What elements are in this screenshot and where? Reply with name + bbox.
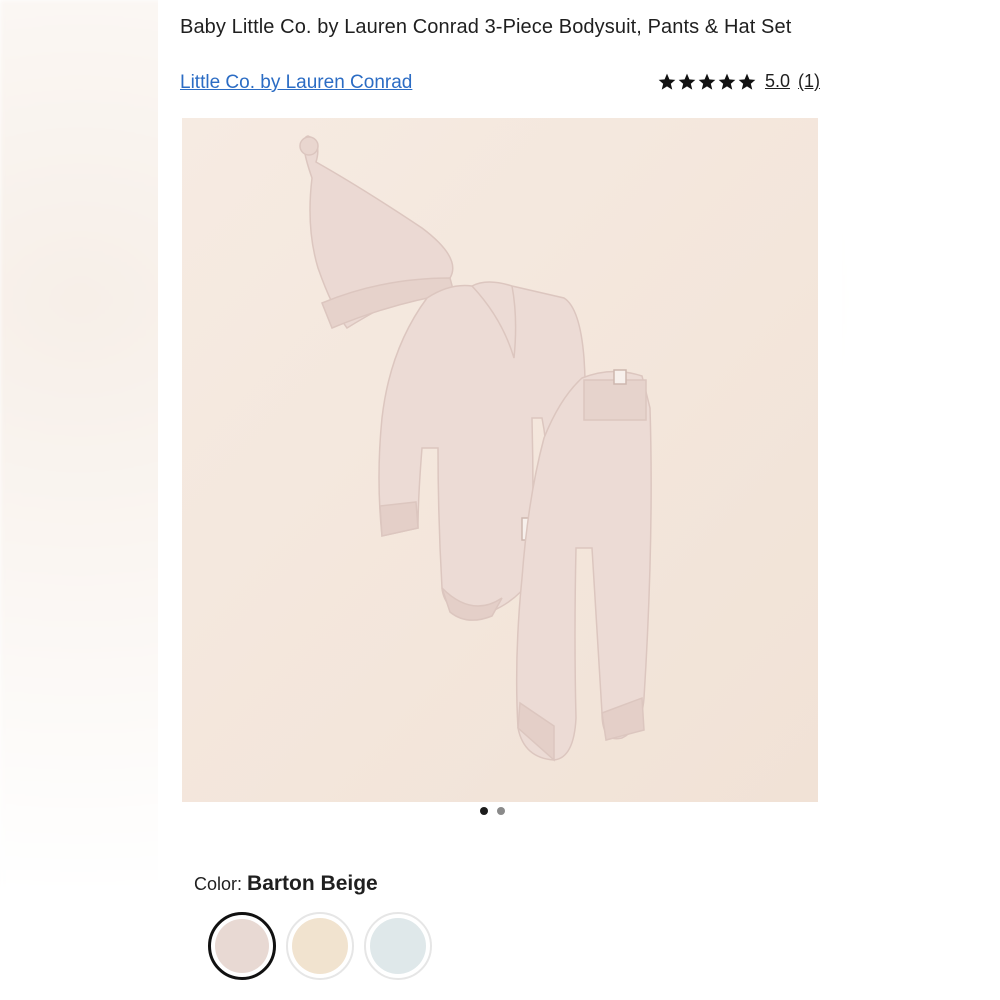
star-icon: [738, 73, 756, 90]
star-icon: [698, 73, 716, 90]
image-carousel-dots: [480, 807, 505, 815]
color-label: Color:: [194, 874, 243, 894]
brand-link[interactable]: Little Co. by Lauren Conrad: [180, 72, 412, 94]
rating-stars: [657, 72, 757, 92]
selected-color: Barton Beige: [247, 872, 378, 895]
color-swatches: [208, 912, 432, 980]
carousel-dot-2[interactable]: [497, 807, 505, 815]
swatch-pink-beige[interactable]: [208, 912, 276, 980]
product-title: Baby Little Co. by Lauren Conrad 3-Piece…: [180, 16, 792, 38]
swatch-fill: [215, 919, 269, 973]
swatch-cream[interactable]: [286, 912, 354, 980]
star-icon: [718, 73, 736, 90]
rating: 5.0 (1): [657, 71, 820, 92]
product-card: Baby Little Co. by Lauren Conrad 3-Piece…: [158, 0, 842, 1000]
carousel-dot-1[interactable]: [480, 807, 488, 815]
color-selector-label: Color: Barton Beige: [194, 872, 378, 896]
swatch-fill: [292, 918, 348, 974]
swatch-light-blue[interactable]: [364, 912, 432, 980]
rating-count-link[interactable]: (1): [798, 71, 820, 92]
product-photo: [182, 118, 818, 802]
swatch-fill: [370, 918, 426, 974]
product-image[interactable]: [182, 118, 818, 802]
star-icon: [658, 73, 676, 90]
rating-value[interactable]: 5.0: [765, 71, 790, 92]
star-icon: [678, 73, 696, 90]
